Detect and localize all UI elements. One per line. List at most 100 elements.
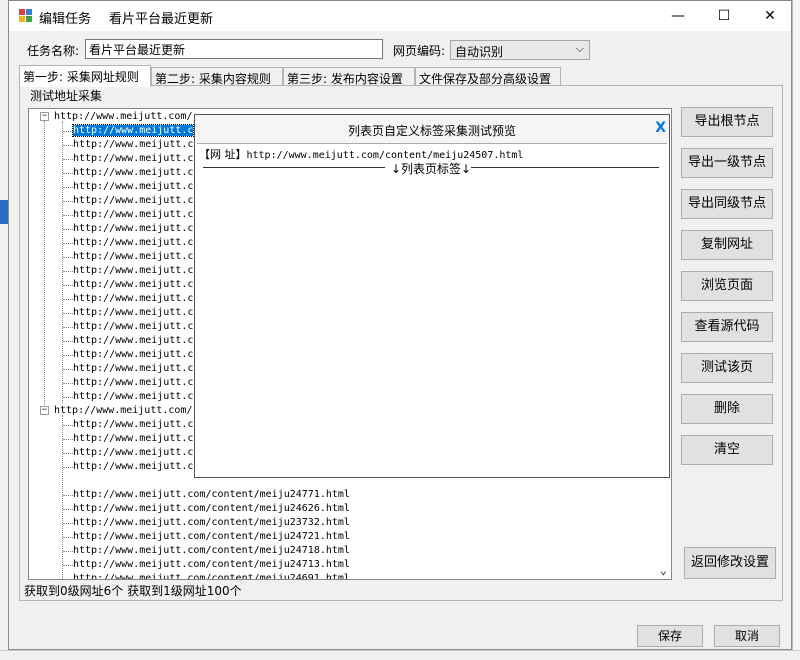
encoding-select[interactable]: 自动识别 ⌵ bbox=[450, 40, 590, 60]
tree-child-node[interactable]: http://www.meijutt.com/content/meiju2471… bbox=[73, 544, 350, 558]
tree-connector bbox=[63, 537, 73, 538]
tree-connector bbox=[63, 565, 73, 566]
tree-connector bbox=[63, 299, 73, 300]
popup-body: 【网 址】http://www.meijutt.com/content/meij… bbox=[197, 143, 667, 477]
tree-connector bbox=[63, 229, 73, 230]
tree-child-node[interactable]: http://www.meijutt.com/content/meiju2471… bbox=[73, 558, 350, 572]
clear-button[interactable]: 清空 bbox=[681, 435, 773, 465]
tree-child-node[interactable]: http://www.meijutt.c bbox=[73, 222, 193, 236]
test-page-button[interactable]: 测试该页 bbox=[681, 353, 773, 383]
tab-step3[interactable]: 第三步: 发布内容设置 bbox=[283, 67, 415, 86]
tree-child-node[interactable]: http://www.meijutt.c bbox=[73, 362, 193, 376]
tree-child-node[interactable]: http://www.meijutt.c bbox=[73, 418, 193, 432]
tree-connector bbox=[63, 453, 73, 454]
copy-url-button[interactable]: 复制网址 bbox=[681, 230, 773, 260]
tree-child-node[interactable]: http://www.meijutt.c bbox=[73, 194, 193, 208]
popup-header: 列表页自定义标签采集测试预览 X bbox=[195, 115, 669, 143]
tree-connector bbox=[63, 341, 73, 342]
tab-advanced[interactable]: 文件保存及部分高级设置 bbox=[415, 67, 561, 86]
tree-child-node[interactable]: http://www.meijutt.com/content/meiju2477… bbox=[73, 488, 350, 502]
window-subtitle: 看片平台最近更新 bbox=[109, 12, 214, 27]
tree-root-node[interactable]: http://www.meijutt.com/ bbox=[54, 110, 192, 124]
view-source-button[interactable]: 查看源代码 bbox=[681, 312, 773, 342]
export-root-button[interactable]: 导出根节点 bbox=[681, 107, 773, 137]
export-level1-button[interactable]: 导出一级节点 bbox=[681, 148, 773, 178]
save-button[interactable]: 保存 bbox=[637, 625, 703, 647]
tree-child-node[interactable]: http://www.meijutt.com/content/meiju2462… bbox=[73, 502, 350, 516]
tree-connector bbox=[63, 285, 73, 286]
tree-connector bbox=[63, 425, 73, 426]
background-window-bottom bbox=[0, 650, 800, 660]
tree-child-node[interactable]: http://www.meijutt.c bbox=[73, 264, 193, 278]
tree-child-node[interactable]: http://www.meijutt.c bbox=[73, 460, 193, 474]
tree-connector bbox=[63, 257, 73, 258]
close-icon[interactable]: ✕ bbox=[747, 1, 793, 31]
tree-child-node[interactable]: http://www.meijutt.c bbox=[73, 166, 193, 180]
tree-connector bbox=[44, 121, 45, 411]
tree-connector bbox=[63, 355, 73, 356]
tree-connector bbox=[63, 551, 73, 552]
tree-child-node[interactable]: http://www.meijutt.com/content/meiju2472… bbox=[73, 530, 350, 544]
tree-connector bbox=[63, 243, 73, 244]
tree-child-node[interactable]: http://www.meijutt.com/content/meiju2469… bbox=[73, 572, 350, 579]
tab-step2[interactable]: 第二步: 采集内容规则 bbox=[151, 67, 283, 86]
tree-root-node[interactable]: http://www.meijutt.com/ bbox=[54, 404, 192, 418]
cancel-button[interactable]: 取消 bbox=[714, 625, 780, 647]
preview-popup: 列表页自定义标签采集测试预览 X 【网 址】http://www.meijutt… bbox=[194, 114, 670, 478]
encoding-value: 自动识别 bbox=[455, 45, 504, 59]
tree-connector bbox=[63, 383, 73, 384]
tree-child-node[interactable]: http://www.meijutt.com/content/meiju2373… bbox=[73, 516, 350, 530]
tree-child-node[interactable]: http://www.meijutt.c bbox=[73, 152, 193, 166]
tree-child-node[interactable]: http://www.meijutt.c bbox=[73, 292, 193, 306]
task-name-label: 任务名称: bbox=[27, 44, 80, 58]
tree-child-node[interactable]: http://www.meijutt.c bbox=[73, 208, 193, 222]
tree-child-node[interactable]: http://www.meijutt.c bbox=[73, 250, 193, 264]
tree-child-node[interactable]: http://www.meijutt.c bbox=[73, 306, 193, 320]
tree-child-node[interactable]: http://www.meijutt.c bbox=[73, 138, 193, 152]
back-to-settings-button[interactable]: 返回修改设置 bbox=[684, 547, 776, 579]
tree-connector bbox=[63, 201, 73, 202]
maximize-icon[interactable]: ☐ bbox=[701, 1, 747, 31]
collapse-icon[interactable]: − bbox=[40, 406, 49, 415]
tab-step1[interactable]: 第一步: 采集网址规则 bbox=[19, 65, 151, 87]
tree-connector bbox=[63, 159, 73, 160]
scroll-down-icon[interactable]: ⌄ bbox=[660, 563, 667, 577]
status-text: 获取到0级网址6个 获取到1级网址100个 bbox=[24, 584, 242, 598]
export-sibling-button[interactable]: 导出同级节点 bbox=[681, 189, 773, 219]
tree-connector bbox=[63, 173, 73, 174]
tree-connector bbox=[63, 271, 73, 272]
window-title: 编辑任务 bbox=[39, 12, 92, 27]
collapse-icon[interactable]: − bbox=[40, 112, 49, 121]
minimize-icon[interactable]: — bbox=[655, 1, 701, 31]
popup-title: 列表页自定义标签采集测试预览 bbox=[347, 124, 516, 138]
tree-child-node[interactable]: http://www.meijutt.c bbox=[73, 432, 193, 446]
tree-child-node[interactable]: http://www.meijutt.c bbox=[73, 278, 193, 292]
tree-child-node[interactable]: http://www.meijutt.c bbox=[73, 348, 193, 362]
title-bar: 编辑任务 看片平台最近更新 — ☐ ✕ bbox=[9, 1, 791, 31]
task-name-input[interactable]: 看片平台最近更新 bbox=[85, 39, 383, 59]
tree-connector bbox=[63, 187, 73, 188]
background-selection bbox=[0, 200, 8, 224]
browse-page-button[interactable]: 浏览页面 bbox=[681, 271, 773, 301]
tree-child-node[interactable]: http://www.meijutt.c bbox=[73, 320, 193, 334]
popup-close-icon[interactable]: X bbox=[655, 120, 666, 136]
divider-label: ↓列表页标签↓ bbox=[390, 162, 472, 176]
tree-connector bbox=[63, 439, 73, 440]
tree-child-node[interactable]: http://www.meijutt.c bbox=[73, 446, 193, 460]
background-window-left bbox=[0, 0, 8, 660]
tree-connector bbox=[63, 495, 73, 496]
encoding-label: 网页编码: bbox=[393, 44, 446, 58]
tree-child-node[interactable]: http://www.meijutt.c bbox=[71, 124, 195, 138]
tree-child-node[interactable]: http://www.meijutt.c bbox=[73, 180, 193, 194]
tree-child-node[interactable]: http://www.meijutt.c bbox=[73, 376, 193, 390]
tree-connector bbox=[63, 327, 73, 328]
group-title: 测试地址采集 bbox=[28, 87, 105, 104]
chevron-down-icon: ⌵ bbox=[575, 42, 584, 55]
delete-button[interactable]: 删除 bbox=[681, 394, 773, 424]
tree-connector bbox=[63, 467, 73, 468]
tree-connector bbox=[63, 523, 73, 524]
tree-child-node[interactable]: http://www.meijutt.c bbox=[73, 390, 193, 404]
tree-child-node[interactable]: http://www.meijutt.c bbox=[73, 334, 193, 348]
popup-divider: ↓列表页标签↓ bbox=[203, 160, 659, 176]
tree-child-node[interactable]: http://www.meijutt.c bbox=[73, 236, 193, 250]
